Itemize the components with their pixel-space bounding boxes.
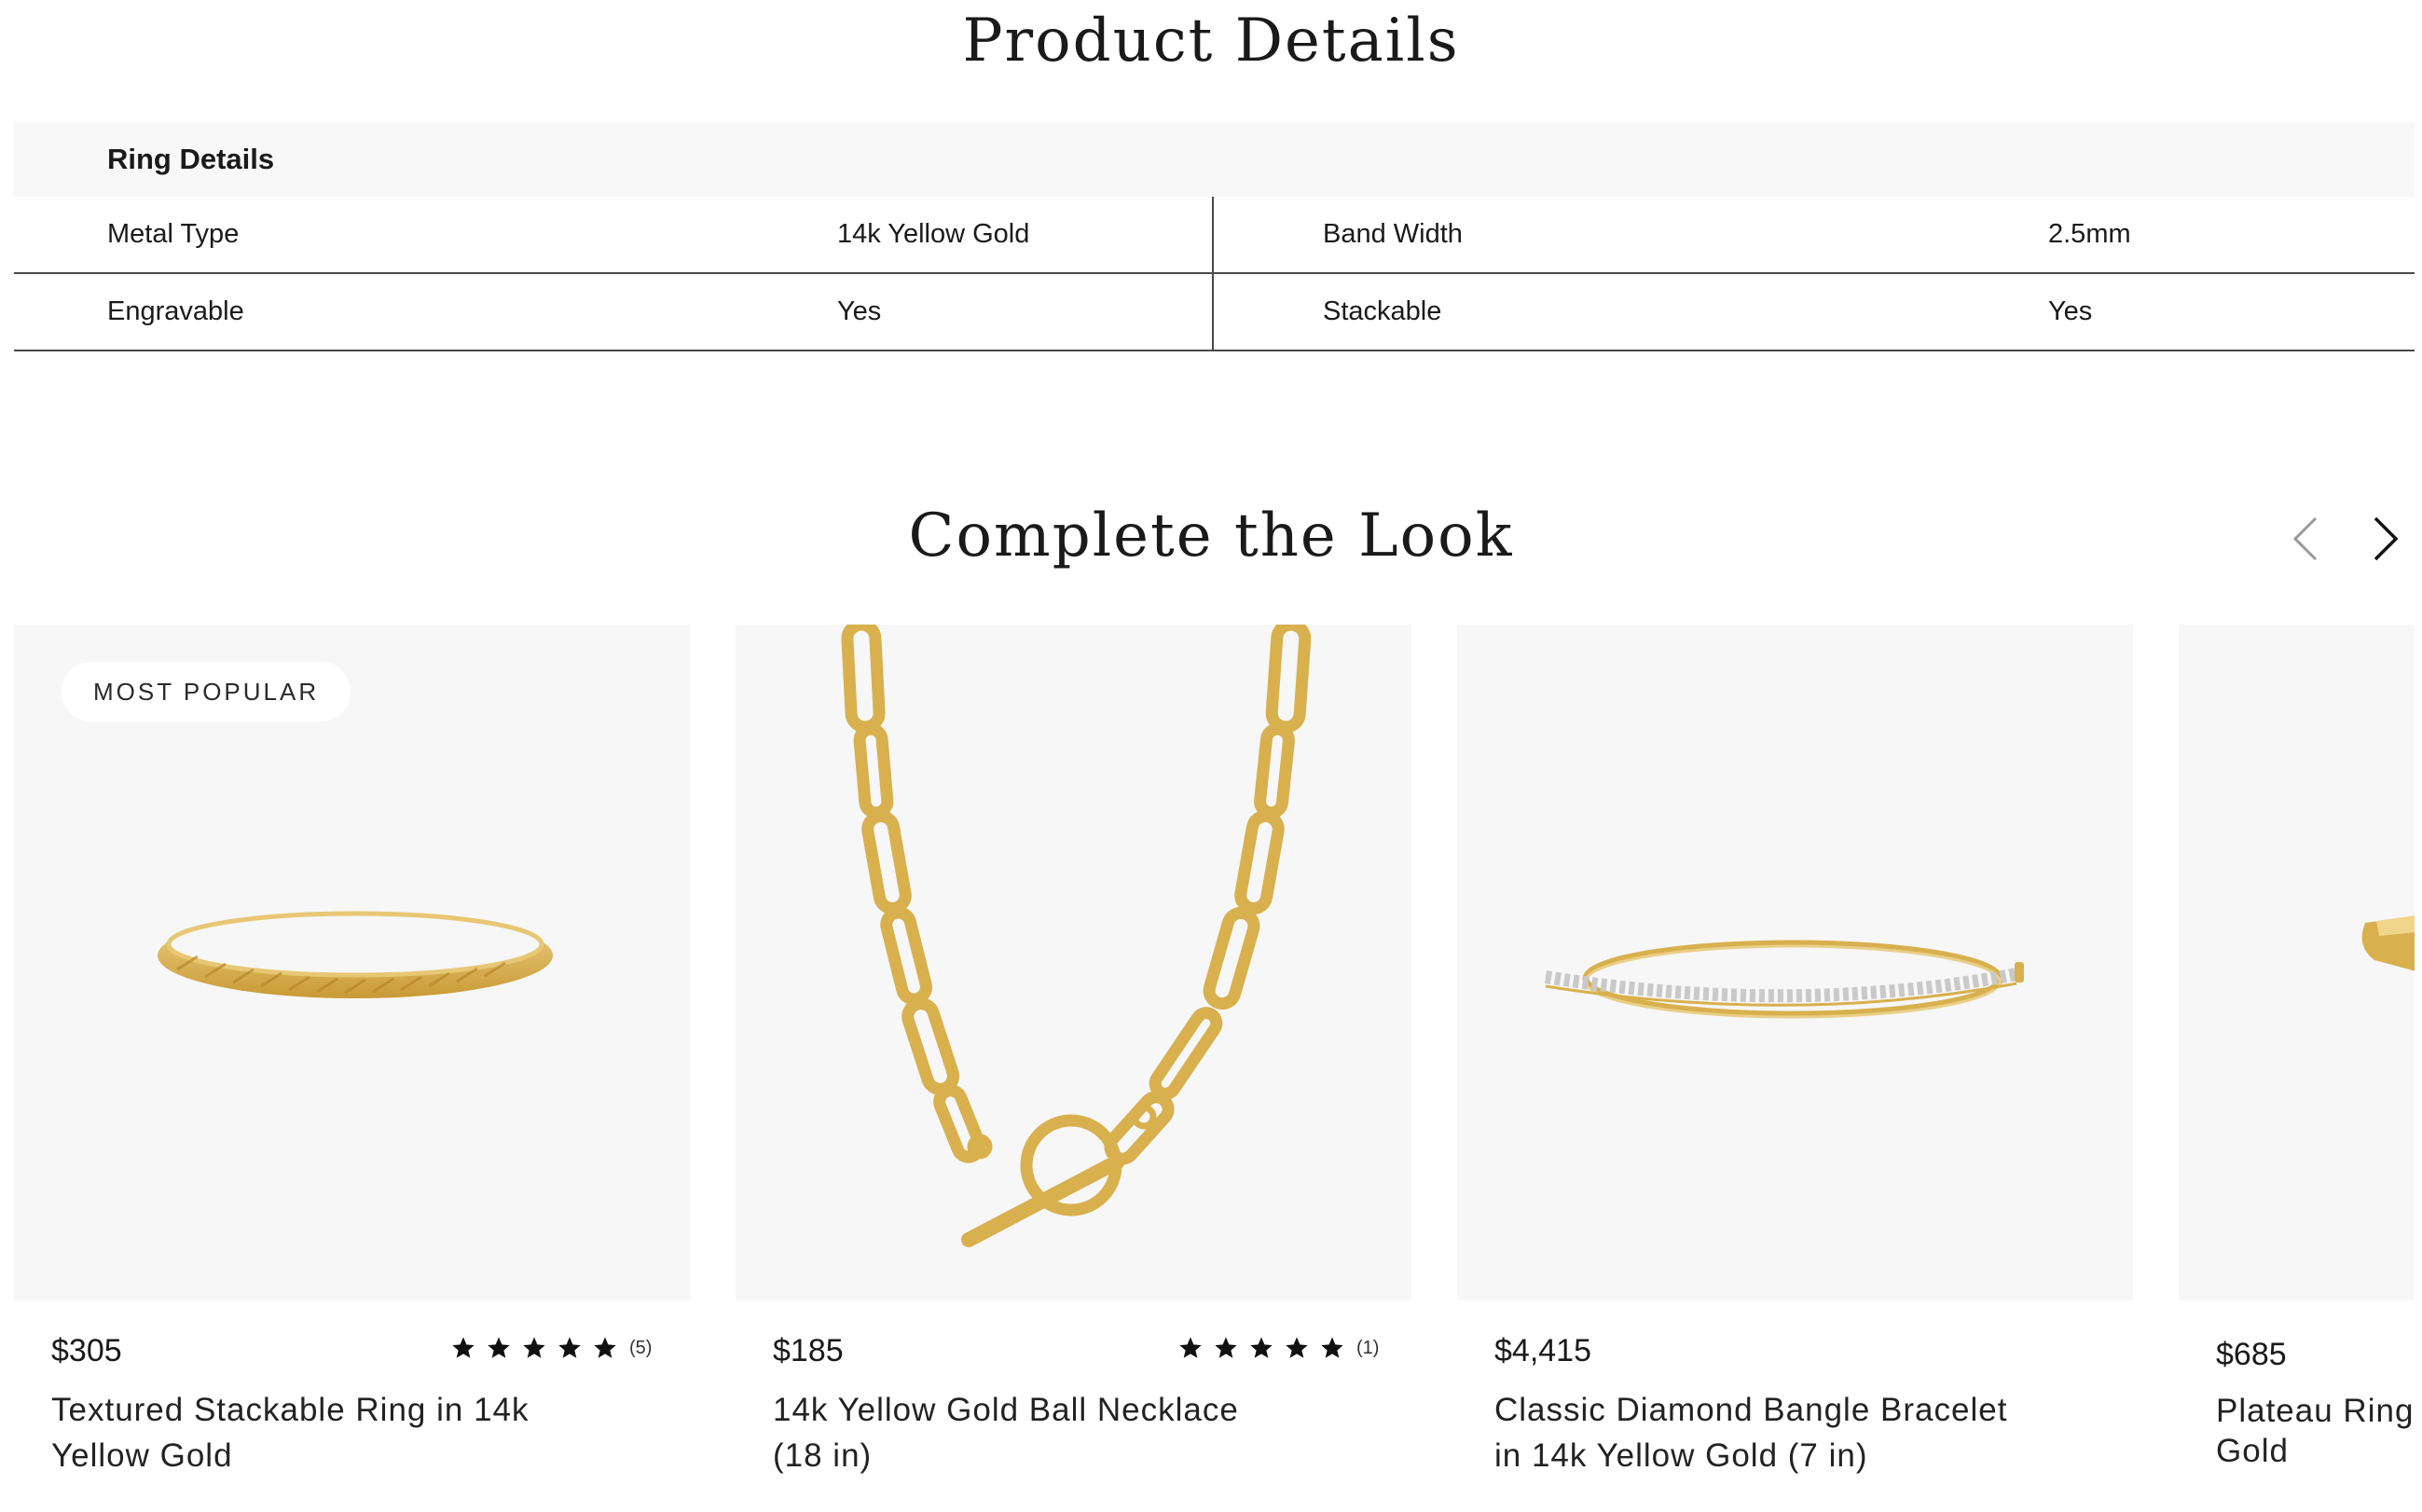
star-icon xyxy=(452,1337,475,1358)
product-image[interactable] xyxy=(2179,625,2415,1300)
star-icon xyxy=(1179,1337,1202,1358)
product-name[interactable]: Classic Diamond Bangle Bracelet in 14k Y… xyxy=(1494,1387,2054,1478)
ring-details-heading: Ring Details xyxy=(14,122,2415,197)
product-card[interactable]: MOST POPULAR $305 (5) Textured Stackable… xyxy=(14,625,690,1512)
star-icon xyxy=(558,1337,581,1358)
product-card[interactable]: $4,415 Classic Diamond Bangle Bracelet i… xyxy=(1457,625,2133,1512)
star-icon xyxy=(1321,1337,1343,1358)
engravable-label: Engravable xyxy=(107,296,244,326)
star-icon xyxy=(1250,1337,1273,1358)
product-card[interactable]: $185 (1) 14k Yellow Gold Ball Necklace (… xyxy=(736,625,1411,1512)
rating-count: (5) xyxy=(629,1337,653,1358)
product-name-line: in 14k Yellow Gold (7 in) xyxy=(1494,1437,1868,1474)
star-icon xyxy=(523,1337,545,1358)
product-name[interactable]: 14k Yellow Gold Ball Necklace (18 in) xyxy=(773,1387,1332,1478)
product-name-line: Yellow Gold xyxy=(51,1437,233,1474)
bangle-image xyxy=(1544,940,2024,1019)
product-name[interactable]: Plateau Ring Gold xyxy=(2216,1391,2415,1471)
product-name-line: Classic Diamond Bangle Bracelet xyxy=(1494,1392,2008,1428)
band-width-label: Band Width xyxy=(1323,219,1463,249)
metal-type-value: 14k Yellow Gold xyxy=(837,219,1030,249)
metal-type-label: Metal Type xyxy=(107,219,240,249)
band-width-value: 2.5mm xyxy=(2048,219,2131,249)
stackable-label: Stackable xyxy=(1323,296,1442,326)
details-row: Metal Type 14k Yellow Gold Band Width 2.… xyxy=(14,197,2415,274)
star-icon xyxy=(488,1337,510,1358)
signet-ring-image xyxy=(2361,915,2415,971)
product-price: $185 xyxy=(773,1333,844,1368)
necklace-image xyxy=(841,625,1312,1247)
product-name-line: 14k Yellow Gold Ball Necklace xyxy=(773,1392,1239,1428)
star-icon xyxy=(1286,1337,1308,1358)
carousel-prev-button[interactable] xyxy=(2280,511,2336,567)
product-image[interactable]: MOST POPULAR xyxy=(14,625,690,1300)
product-name-line: (18 in) xyxy=(773,1437,873,1474)
textured-ring-image xyxy=(158,911,553,998)
product-name[interactable]: Textured Stackable Ring in 14k Yellow Go… xyxy=(51,1387,611,1478)
star-rating[interactable]: (5) xyxy=(450,1335,652,1361)
star-icon xyxy=(594,1337,616,1358)
star-icon xyxy=(1215,1337,1237,1358)
product-name-line: Gold xyxy=(2216,1433,2289,1469)
rating-count: (1) xyxy=(1356,1337,1380,1358)
product-price: $685 xyxy=(2216,1337,2287,1372)
engravable-value: Yes xyxy=(837,296,882,326)
product-details-title: Product Details xyxy=(962,7,1460,76)
product-name-line: Plateau Ring xyxy=(2216,1393,2415,1429)
stackable-value: Yes xyxy=(2048,296,2093,326)
most-popular-badge: MOST POPULAR xyxy=(62,662,351,722)
ring-details-table: Ring Details Metal Type 14k Yellow Gold … xyxy=(14,122,2415,351)
chevron-right-icon xyxy=(2374,516,2399,561)
product-image[interactable] xyxy=(736,625,1411,1300)
product-image[interactable] xyxy=(1457,625,2133,1300)
product-price: $4,415 xyxy=(1494,1333,1591,1368)
carousel-next-button[interactable] xyxy=(2355,511,2411,567)
details-row: Engravable Yes Stackable Yes xyxy=(14,274,2415,351)
chevron-left-icon xyxy=(2292,516,2318,561)
star-rating[interactable]: (1) xyxy=(1177,1335,1379,1361)
product-price: $305 xyxy=(51,1333,122,1368)
product-card[interactable]: $685 Plateau Ring Gold xyxy=(2179,625,2415,1512)
complete-the-look-title: Complete the Look xyxy=(908,502,1514,570)
product-name-line: Textured Stackable Ring in 14k xyxy=(51,1392,530,1428)
